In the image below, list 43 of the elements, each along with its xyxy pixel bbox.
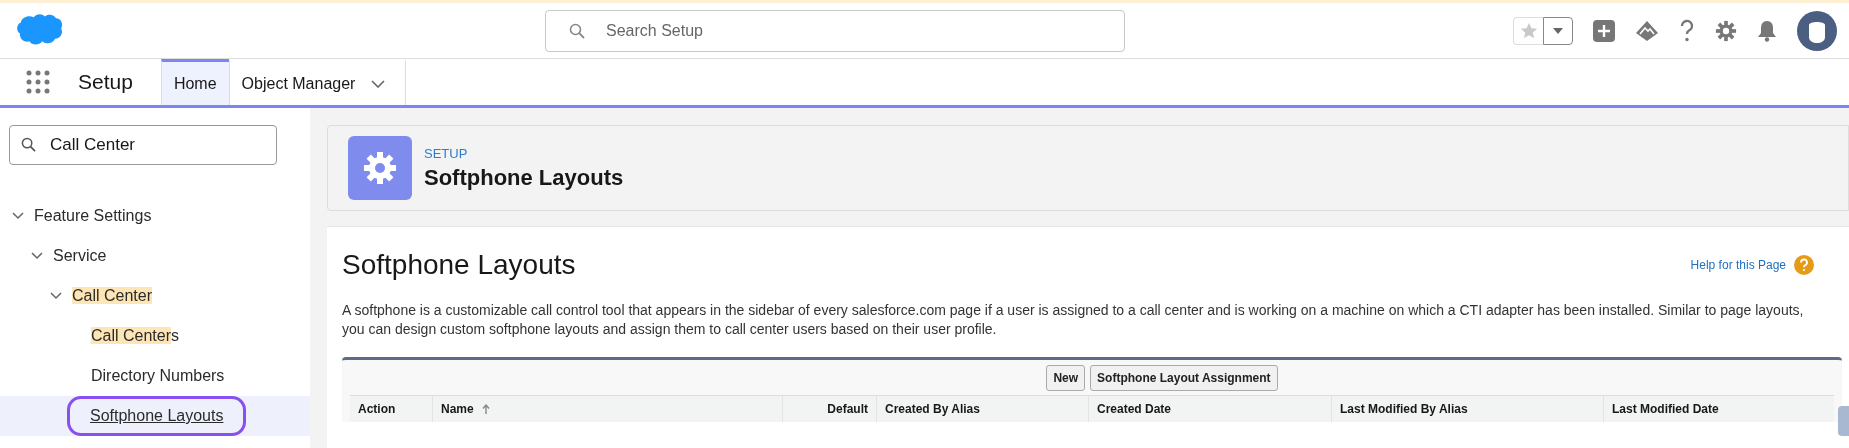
column-header[interactable]: Last Modified By Alias	[1331, 396, 1603, 422]
table-button[interactable]: New	[1046, 365, 1086, 391]
favorites-dropdown-button[interactable]	[1543, 16, 1573, 45]
nav-tab[interactable]: Object Manager	[228, 59, 407, 105]
column-header[interactable]: Action	[350, 396, 432, 422]
nav-tab[interactable]: Home	[160, 59, 229, 105]
section-title: Softphone Layouts	[342, 249, 576, 281]
description-text: A softphone is a customizable call control tool that appears in the sidebar of every salesforce.com page if a user is assigned to a call center and is working on a machine on which a CTI adapter has been installed. Similar to page layouts, you can design custom softphone layouts and assign them to call center users based on their user profile.	[342, 301, 1805, 339]
app-name: Setup	[78, 70, 133, 94]
mountain-icon[interactable]	[1635, 19, 1659, 42]
collapse-handle[interactable]	[1838, 406, 1849, 436]
app-launcher-icon[interactable]	[26, 70, 50, 94]
help-icon[interactable]	[1679, 18, 1695, 43]
add-icon[interactable]	[1593, 19, 1615, 42]
search-icon	[21, 137, 36, 152]
tree-item[interactable]: Directory Numbers	[91, 365, 225, 387]
search-field[interactable]: Search Setup	[545, 9, 1125, 52]
column-header[interactable]: Default	[782, 396, 876, 422]
tree-item[interactable]: Service	[53, 245, 107, 267]
bell-icon[interactable]	[1757, 19, 1777, 42]
tree-item[interactable]: Feature Settings	[34, 205, 152, 227]
page-eyebrow: SETUP	[424, 145, 469, 161]
avatar-icon[interactable]	[1797, 10, 1837, 51]
table-button[interactable]: Softphone Layout Assignment	[1090, 365, 1278, 391]
gear-icon	[348, 136, 412, 200]
chevron-icon[interactable]	[50, 292, 62, 300]
column-header[interactable]: Name	[432, 396, 782, 422]
chevron-icon[interactable]	[12, 212, 24, 220]
column-header[interactable]: Created By Alias	[876, 396, 1088, 422]
tree-item[interactable]: Call Center	[72, 285, 153, 307]
help-link[interactable]: Help for this Page	[1690, 258, 1786, 272]
column-header[interactable]: Created Date	[1088, 396, 1331, 422]
help-icon[interactable]	[1794, 255, 1814, 275]
quick-find-field[interactable]: Call Center	[9, 125, 277, 165]
search-icon	[569, 22, 585, 39]
column-header[interactable]: Last Modified Date	[1603, 396, 1834, 422]
chevron-down-icon	[371, 79, 386, 88]
page-title: Softphone Layouts	[424, 164, 624, 191]
chevron-icon[interactable]	[31, 252, 43, 260]
tree-item[interactable]: Softphone Layouts	[67, 396, 247, 436]
star-icon	[1519, 21, 1538, 40]
caret-icon	[1553, 27, 1563, 34]
settings-icon[interactable]	[1715, 19, 1737, 42]
